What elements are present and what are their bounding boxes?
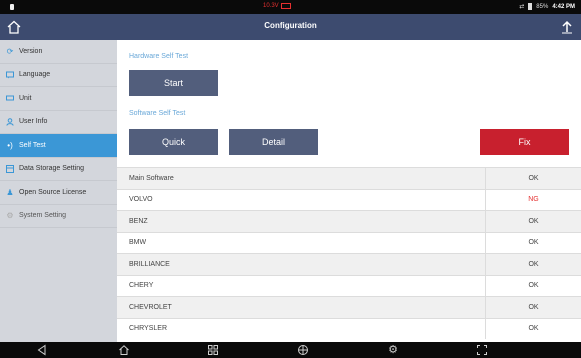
detail-button[interactable]: Detail (229, 129, 318, 155)
screenshot-icon[interactable] (476, 344, 488, 356)
sidebar-item-data-storage[interactable]: Data Storage Setting (0, 158, 117, 181)
apps-icon[interactable] (207, 344, 219, 356)
sidebar-item-system-setting[interactable]: ⚙ System Setting (0, 205, 117, 228)
row-status: OK (528, 174, 539, 182)
row-name: Main Software (117, 168, 486, 189)
car-battery-icon (280, 3, 291, 9)
table-row[interactable]: VOLVO NG (117, 188, 581, 210)
refresh-icon: ⟳ (6, 46, 14, 56)
sidebar-item-label: System Setting (19, 212, 67, 220)
row-name: CHRYSLER (117, 318, 486, 339)
self-test-icon: •) (7, 140, 13, 150)
notification-icon (10, 4, 14, 10)
row-status: OK (528, 239, 539, 247)
sidebar-item-open-source-license[interactable]: ♟ Open Source License (0, 181, 117, 205)
row-status: OK (528, 303, 539, 311)
start-button[interactable]: Start (129, 70, 218, 96)
sidebar-item-self-test[interactable]: •) Self Test (0, 134, 117, 158)
title-bar: Configuration (0, 14, 581, 40)
row-status: OK (528, 260, 539, 268)
home-nav-icon[interactable] (118, 344, 130, 356)
clock: 4:42 PM (552, 3, 575, 10)
fix-button[interactable]: Fix (480, 129, 569, 155)
unit-icon (6, 94, 14, 102)
row-name: BRILLIANCE (117, 254, 486, 275)
row-name: BENZ (117, 211, 486, 232)
sidebar-item-label: Language (19, 71, 51, 79)
page-title: Configuration (264, 21, 317, 30)
table-row[interactable]: CHEVROLET OK (117, 296, 581, 318)
sidebar-item-label: Open Source License (19, 188, 87, 196)
battery-icon (528, 3, 533, 10)
row-status: OK (528, 282, 539, 290)
system-setting-icon: ⚙ (6, 211, 14, 221)
table-row[interactable]: CHERY OK (117, 274, 581, 296)
table-row[interactable]: BMW OK (117, 231, 581, 253)
row-name: BMW (117, 232, 486, 253)
row-status: NG (528, 196, 539, 204)
row-status: OK (528, 325, 539, 333)
row-name: CHEVROLET (117, 297, 486, 318)
row-status: OK (528, 217, 539, 225)
navigation-bar: ⚙ (0, 342, 581, 358)
sidebar-item-version[interactable]: ⟳ Version (0, 40, 117, 64)
quick-button[interactable]: Quick (129, 129, 218, 155)
voltage-indicator: 10.3V (263, 3, 291, 9)
language-icon (6, 71, 14, 79)
storage-icon (6, 164, 14, 173)
sidebar-item-unit[interactable]: Unit (0, 87, 117, 111)
sidebar-item-label: Self Test (19, 141, 46, 149)
software-self-test-label: Software Self Test (129, 110, 186, 117)
table-row[interactable]: Main Software OK (117, 167, 581, 189)
sidebar-item-label: User Info (19, 118, 48, 126)
table-row[interactable]: CHRYSLER OK (117, 317, 581, 339)
user-icon (6, 117, 14, 126)
table-row[interactable]: BRILLIANCE OK (117, 253, 581, 275)
upload-icon[interactable] (559, 19, 575, 35)
sidebar-item-language[interactable]: Language (0, 64, 117, 87)
license-icon: ♟ (6, 187, 14, 197)
settings-icon[interactable]: ⚙ (387, 344, 399, 356)
browser-icon[interactable] (297, 344, 309, 356)
sidebar: ⟳ Version Language Unit User Info •) Sel… (0, 40, 117, 342)
sidebar-item-label: Version (19, 47, 43, 55)
status-bar: 10.3V ⇄ 85% 4:42 PM (0, 0, 581, 14)
voltage-text: 10.3V (263, 3, 279, 9)
self-test-results-table: Main Software OK VOLVO NG BENZ OK BMW OK… (117, 167, 581, 339)
battery-percent: 85% (536, 3, 549, 10)
sidebar-item-label: Data Storage Setting (19, 165, 84, 173)
sidebar-item-user-info[interactable]: User Info (0, 111, 117, 134)
bluetooth-icon: ⇄ (519, 4, 525, 10)
row-name: VOLVO (117, 189, 486, 210)
main-panel: Hardware Self Test Start Software Self T… (117, 40, 581, 342)
status-right: ⇄ 85% 4:42 PM (519, 3, 575, 10)
row-name: CHERY (117, 275, 486, 296)
table-row[interactable]: BENZ OK (117, 210, 581, 232)
back-icon[interactable] (36, 344, 48, 356)
sidebar-item-label: Unit (19, 94, 32, 102)
hardware-self-test-label: Hardware Self Test (129, 53, 189, 60)
